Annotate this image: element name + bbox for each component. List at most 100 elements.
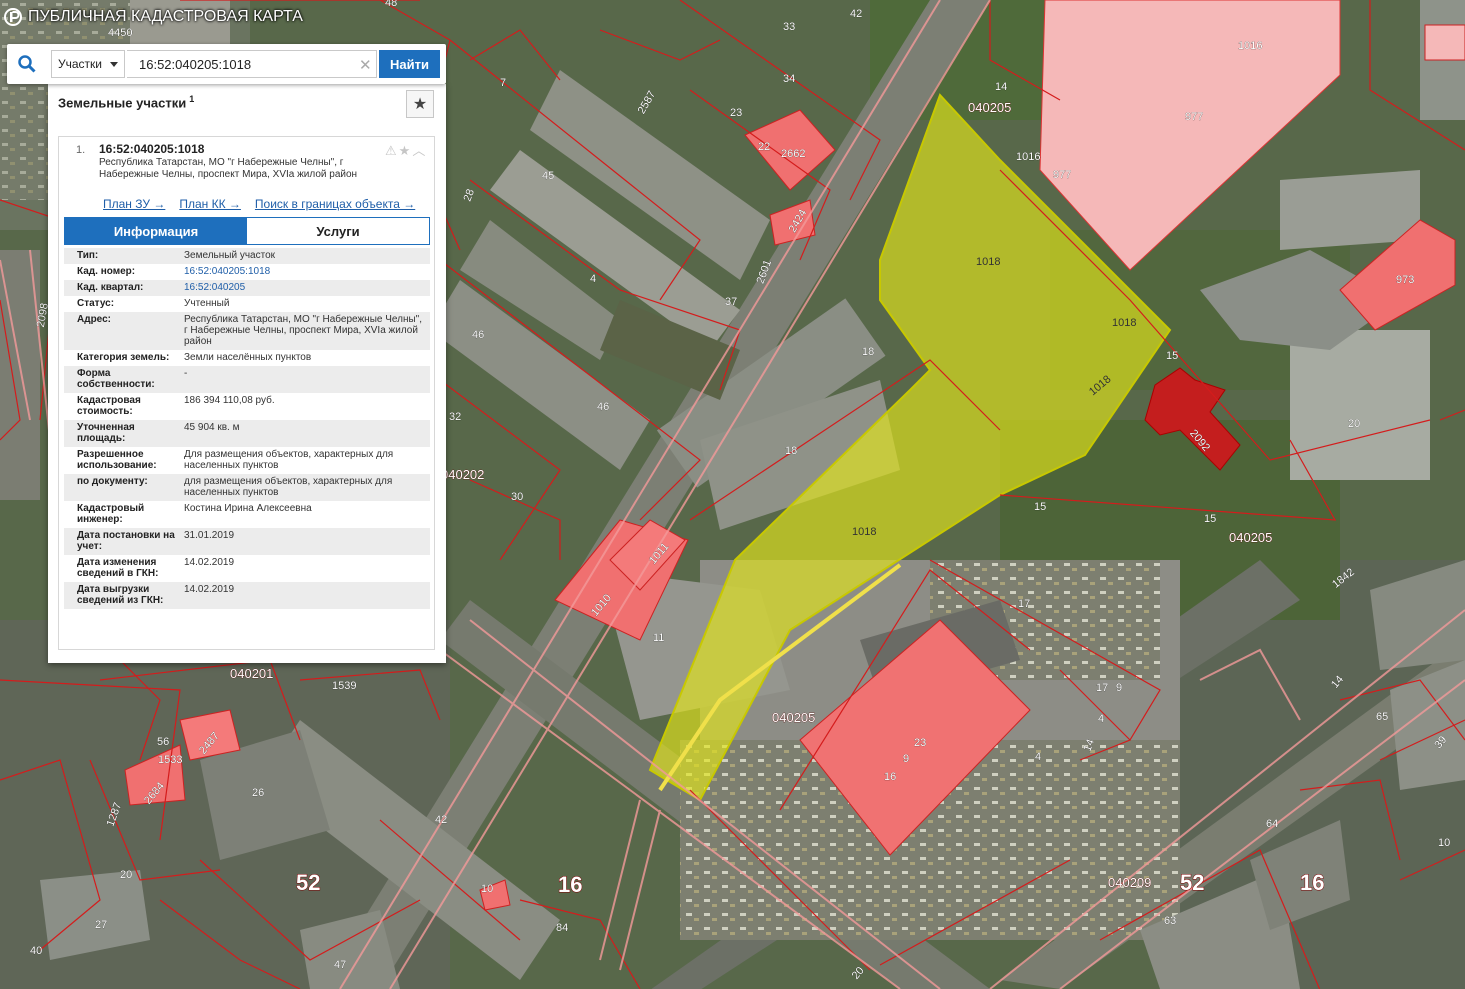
row-key: Кад. квартал: <box>77 282 144 293</box>
object-type-select[interactable]: Участки <box>51 50 125 78</box>
parcel-label: 1533 <box>158 754 182 766</box>
parcel-label: 23 <box>730 107 742 119</box>
logo-icon[interactable] <box>4 8 22 26</box>
table-row: Форма собственности: - <box>64 366 430 393</box>
row-value: 45 904 кв. м <box>184 422 240 433</box>
table-row: по документу: для размещения объектов, ха… <box>64 474 430 501</box>
table-row: Кад. квартал: 16:52:040205 <box>64 280 430 296</box>
search-within-bounds-link[interactable]: Поиск в границах объекта → <box>255 197 415 211</box>
parcel-label: 17 <box>1018 598 1030 610</box>
parcel-label: 16 <box>884 771 896 783</box>
parcel-label: 42 <box>850 8 862 20</box>
block-label: 040205 <box>772 710 815 725</box>
parcel-label: 1016 <box>1016 151 1040 163</box>
parcel-label: 32 <box>449 411 461 423</box>
block-label: 040201 <box>230 666 273 681</box>
table-row: Дата постановки на учет: 31.01.2019 <box>64 528 430 555</box>
row-value: 14.02.2019 <box>184 584 235 595</box>
row-value: Для размещения объектов, характерных для… <box>184 449 394 471</box>
parcel-label: 15 <box>1166 350 1178 362</box>
table-row: Статус: Учтенный <box>64 296 430 312</box>
plan-parcel-link[interactable]: План ЗУ → <box>103 197 165 211</box>
row-key: Кадастровая стоимость: <box>77 395 141 417</box>
row-key: Дата изменения сведений в ГКН: <box>77 557 159 579</box>
parcel-label: 4 <box>590 273 596 285</box>
app-header: ПУБЛИЧНАЯ КАДАСТРОВАЯ КАРТА <box>4 8 303 26</box>
row-value: Республика Татарстан, МО "г Набережные Ч… <box>184 314 422 347</box>
parcel-label: 48 <box>385 0 397 9</box>
find-button[interactable]: Найти <box>379 50 440 78</box>
row-key: Тип: <box>77 250 99 261</box>
block-label: 040205 <box>968 100 1011 115</box>
parcel-label: 56 <box>157 736 169 748</box>
row-key: Кад. номер: <box>77 266 136 277</box>
table-row: Кад. номер: 16:52:040205:1018 <box>64 264 430 280</box>
star-icon[interactable]: ★ <box>399 143 413 158</box>
parcel-label: 15 <box>1204 513 1216 525</box>
parcel-label: 84 <box>556 922 568 934</box>
favorite-button[interactable]: ★ <box>406 90 434 118</box>
parcel-label: 20 <box>1348 418 1360 430</box>
parcel-label: 18 <box>785 445 797 457</box>
tab-information[interactable]: Информация <box>65 218 247 244</box>
parcel-label: 20 <box>120 869 132 881</box>
parcel-label: 14 <box>995 81 1007 93</box>
table-row: Адрес: Республика Татарстан, МО "г Набере… <box>64 312 430 350</box>
row-key: Дата выгрузки сведений из ГКН: <box>77 584 164 606</box>
parcel-label: 2662 <box>781 148 805 160</box>
parcel-label: 27 <box>95 919 107 931</box>
parcel-label: 1539 <box>332 680 356 692</box>
search-icon[interactable] <box>7 44 47 84</box>
row-key: Разрешенное использование: <box>77 449 157 471</box>
selected-parcel-label: 1018 <box>852 526 876 538</box>
parcel-label: 4 <box>1098 713 1104 725</box>
parcel-label: 47 <box>334 959 346 971</box>
row-key: Категория земель: <box>77 352 170 363</box>
search-input[interactable] <box>127 50 377 78</box>
chevron-up-icon[interactable]: ︿ <box>412 143 427 158</box>
row-value: Земельный участок <box>184 250 276 261</box>
row-key: Адрес: <box>77 314 111 325</box>
card-actions: ⚠★︿ <box>385 140 427 159</box>
result-index: 1. <box>76 144 86 156</box>
parcel-label: 42 <box>435 814 447 826</box>
parcel-label: 30 <box>511 491 523 503</box>
info-table: Тип: Земельный участок Кад. номер: 16:52:0… <box>64 248 430 609</box>
cadastral-quarter-link[interactable]: 16:52:040205 <box>184 282 430 293</box>
cadastral-number-link[interactable]: 16:52:040205:1018 <box>184 266 430 277</box>
parcel-label: 33 <box>783 21 795 33</box>
object-type-value: Участки <box>58 57 102 71</box>
tab-services[interactable]: Услуги <box>247 218 429 244</box>
parcel-label: 1016 <box>1238 40 1262 52</box>
parcel-label: 64 <box>1266 818 1278 830</box>
row-value: 14.02.2019 <box>184 557 235 568</box>
parcel-label: 10 <box>481 883 493 895</box>
parcel-label: 63 <box>1164 915 1176 927</box>
parcel-label: 7 <box>500 77 506 89</box>
parcel-label: 17 <box>1096 682 1108 694</box>
row-value: - <box>184 368 188 379</box>
card-cadastral-number: 16:52:040205:1018 <box>99 142 205 156</box>
parcel-label: 977 <box>1185 111 1203 123</box>
row-key: по документу: <box>77 476 148 487</box>
chevron-down-icon <box>110 61 118 67</box>
parcel-label: 37 <box>725 296 737 308</box>
clear-icon[interactable]: ✕ <box>359 56 372 74</box>
table-row: Кадастровый инженер: Костина Ирина Алексе… <box>64 501 430 528</box>
parcel-label: 9 <box>1116 682 1122 694</box>
parcel-label: 46 <box>472 329 484 341</box>
row-value: 186 394 110,08 руб. <box>184 395 275 406</box>
parcel-label: 23 <box>914 737 926 749</box>
table-row: Разрешенное использование: Для размещения… <box>64 447 430 474</box>
parcel-label: 9 <box>903 753 909 765</box>
warning-icon[interactable]: ⚠ <box>385 143 399 158</box>
parcel-label: 4 <box>1035 751 1041 763</box>
card-tabs: Информация Услуги <box>64 217 430 245</box>
parcel-label: 46 <box>597 401 609 413</box>
row-key: Уточненная площадь: <box>77 422 135 444</box>
selected-parcel-label: 1018 <box>976 256 1000 268</box>
parcel-label: 65 <box>1376 711 1388 723</box>
row-key: Дата постановки на учет: <box>77 530 175 552</box>
plan-quarter-link[interactable]: План КК → <box>179 197 241 211</box>
block-label: 040202 <box>441 467 484 482</box>
